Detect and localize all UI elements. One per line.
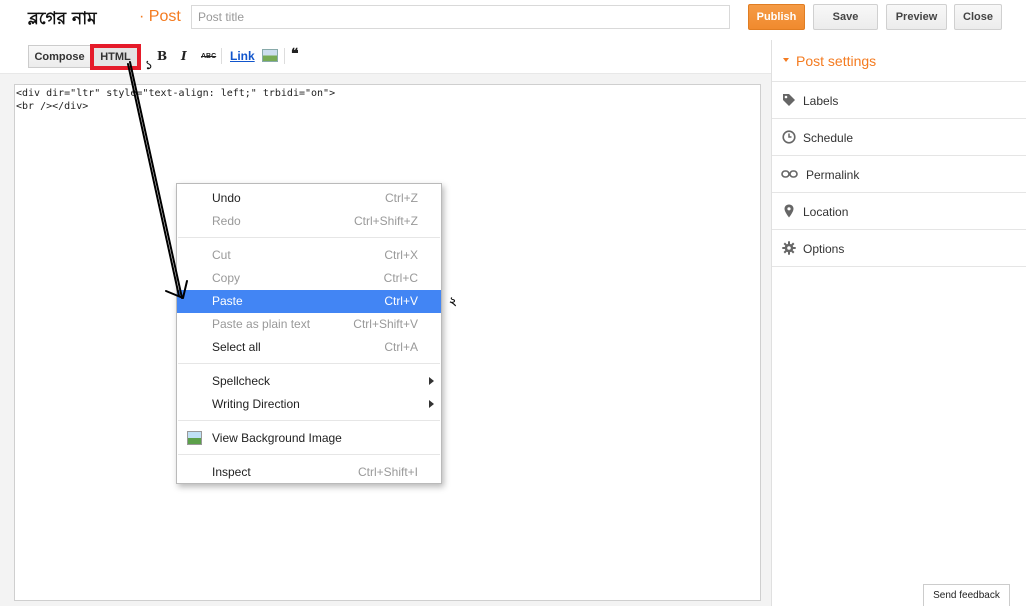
sidebar-item-label: Schedule xyxy=(803,131,854,145)
menu-item-shortcut: Ctrl+X xyxy=(384,248,418,262)
sidebar-item-label: Permalink xyxy=(806,168,860,182)
menu-item-label: Copy xyxy=(212,271,241,285)
compose-mode-button[interactable]: Compose xyxy=(28,45,91,68)
menu-separator xyxy=(178,454,440,455)
menu-item-label: Inspect xyxy=(212,465,251,479)
menu-item-label: Writing Direction xyxy=(212,397,300,411)
menu-item-shortcut: Ctrl+Z xyxy=(385,191,418,205)
menu-item-shortcut: Ctrl+Shift+I xyxy=(357,465,418,479)
menu-item-inspect[interactable]: Inspect Ctrl+Shift+I xyxy=(177,461,441,484)
link-button[interactable]: Link xyxy=(230,48,255,64)
sidebar-item-options[interactable]: Options xyxy=(772,230,1026,267)
menu-item-label: Redo xyxy=(212,214,241,228)
close-button[interactable]: Close xyxy=(954,4,1002,30)
menu-item-copy[interactable]: Copy Ctrl+C xyxy=(177,267,441,290)
annotation-number-two: ২ xyxy=(449,294,457,308)
publish-button[interactable]: Publish xyxy=(748,4,805,30)
menu-item-label: Paste xyxy=(212,294,243,308)
menu-item-shortcut: Ctrl+Shift+Z xyxy=(353,214,418,228)
link-icon xyxy=(781,170,798,178)
sidebar-item-schedule[interactable]: Schedule xyxy=(772,119,1026,156)
sidebar-item-permalink[interactable]: Permalink xyxy=(772,156,1026,193)
collapse-arrow-icon xyxy=(783,58,789,62)
post-title-input[interactable] xyxy=(191,5,730,29)
toolbar-divider xyxy=(284,48,285,64)
sidebar-item-label: Labels xyxy=(803,94,839,108)
menu-item-paste-plain-text[interactable]: Paste as plain text Ctrl+Shift+V xyxy=(177,313,441,336)
context-menu: Undo Ctrl+Z Redo Ctrl+Shift+Z Cut Ctrl+X… xyxy=(176,183,442,484)
breadcrumb-post: · Post xyxy=(139,8,181,25)
post-settings-header[interactable]: Post settings xyxy=(772,40,1026,82)
send-feedback-button[interactable]: Send feedback xyxy=(923,584,1010,606)
menu-separator xyxy=(178,363,440,364)
menu-item-label: View Background Image xyxy=(212,431,342,445)
gear-icon xyxy=(782,241,796,255)
menu-item-view-background-image[interactable]: View Background Image xyxy=(177,427,441,450)
menu-item-shortcut: Ctrl+Shift+V xyxy=(353,317,418,331)
menu-item-label: Undo xyxy=(212,191,241,205)
sidebar-item-label: Options xyxy=(803,242,845,256)
clock-icon xyxy=(782,130,796,144)
menu-item-select-all[interactable]: Select all Ctrl+A xyxy=(177,336,441,359)
menu-item-writing-direction[interactable]: Writing Direction xyxy=(177,393,441,416)
post-settings-title: Post settings xyxy=(796,53,877,69)
menu-item-undo[interactable]: Undo Ctrl+Z xyxy=(177,187,441,210)
menu-separator xyxy=(178,237,440,238)
menu-item-shortcut: Ctrl+C xyxy=(383,271,418,285)
menu-item-redo[interactable]: Redo Ctrl+Shift+Z xyxy=(177,210,441,233)
submenu-arrow-icon xyxy=(429,377,434,385)
html-mode-button[interactable]: HTML xyxy=(90,44,141,70)
menu-item-spellcheck[interactable]: Spellcheck xyxy=(177,370,441,393)
menu-item-label: Cut xyxy=(212,248,231,262)
tag-icon xyxy=(783,94,795,106)
italic-button[interactable]: I xyxy=(181,48,187,64)
sidebar-item-label: Location xyxy=(803,205,849,219)
menu-item-label: Select all xyxy=(212,340,261,354)
submenu-arrow-icon xyxy=(429,400,434,408)
menu-item-label: Paste as plain text xyxy=(212,317,311,331)
quote-button[interactable]: ❝ xyxy=(291,46,299,62)
sidebar-item-labels[interactable]: Labels xyxy=(772,82,1026,119)
menu-item-cut[interactable]: Cut Ctrl+X xyxy=(177,244,441,267)
image-icon[interactable] xyxy=(262,49,278,62)
blog-name[interactable]: ব্লগের নাম xyxy=(28,6,97,34)
preview-button[interactable]: Preview xyxy=(886,4,947,30)
menu-item-shortcut: Ctrl+A xyxy=(384,340,418,354)
toolbar-divider xyxy=(221,48,222,64)
menu-item-label: Spellcheck xyxy=(212,374,271,388)
strikethrough-button[interactable]: ABC xyxy=(201,49,216,65)
sidebar-item-location[interactable]: Location xyxy=(772,193,1026,230)
bold-button[interactable]: B xyxy=(157,48,167,64)
pin-icon xyxy=(784,204,794,218)
menu-item-paste[interactable]: Paste Ctrl+V xyxy=(177,290,441,313)
editor-toolbar: Compose HTML B I ABC Link ❝ xyxy=(0,40,771,74)
menu-separator xyxy=(178,420,440,421)
post-settings-sidebar: Post settings Labels Schedule Permalink … xyxy=(771,40,1026,606)
menu-item-shortcut: Ctrl+V xyxy=(384,294,418,308)
top-bar: ব্লগের নাম · Post Publish Save Preview C… xyxy=(0,0,1026,40)
save-button[interactable]: Save xyxy=(813,4,878,30)
image-icon xyxy=(187,431,202,445)
